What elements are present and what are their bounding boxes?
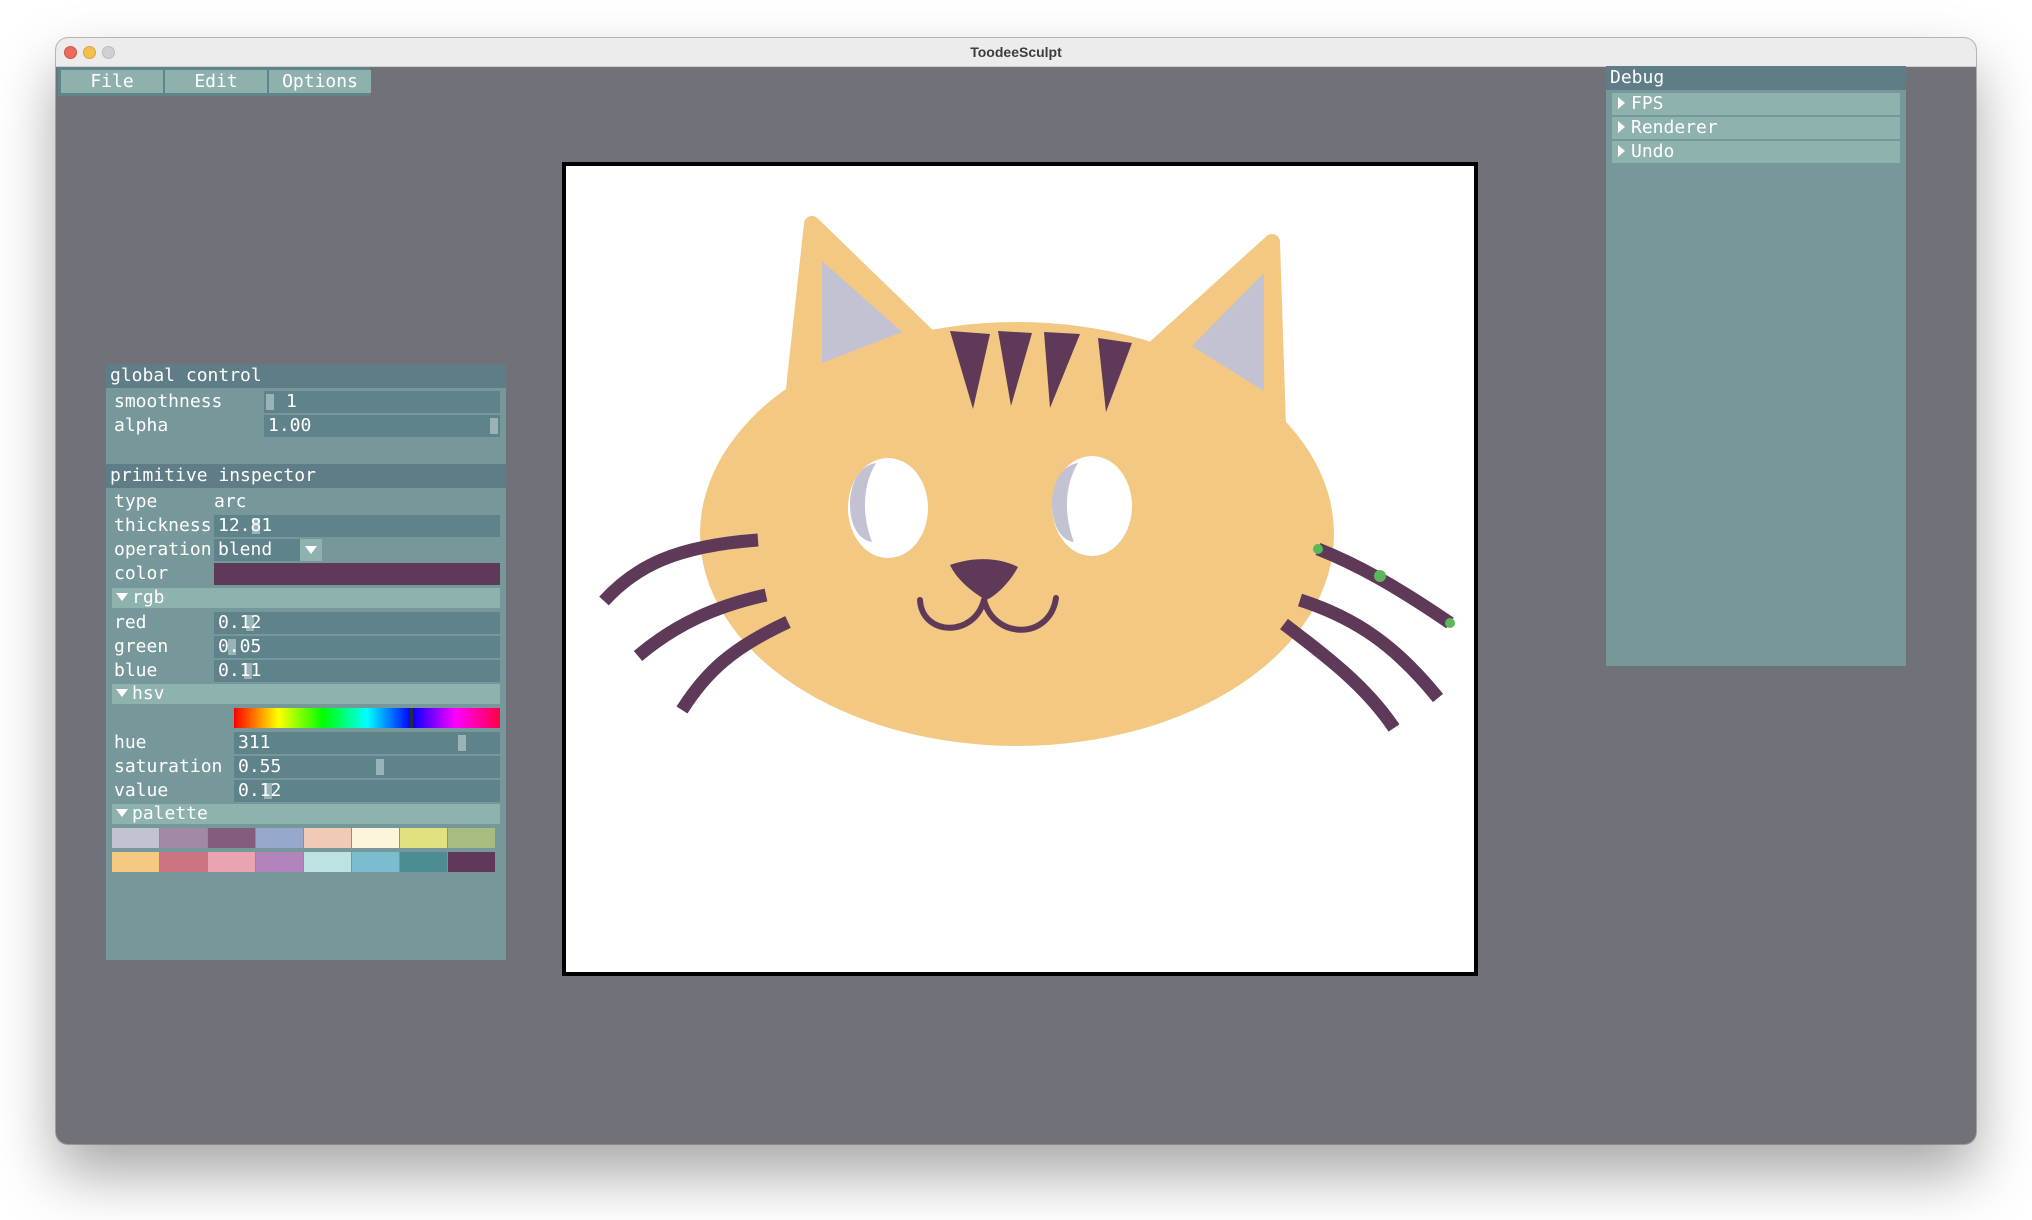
alpha-value: 1.00 — [268, 415, 312, 436]
rgb-header-label: rgb — [132, 587, 165, 608]
green-slider[interactable]: 0.05 — [214, 636, 500, 658]
debug-header[interactable]: Debug — [1606, 66, 1906, 90]
cat-head[interactable] — [700, 322, 1334, 746]
alpha-slider[interactable]: 1.00 — [264, 415, 500, 437]
type-label: type — [114, 491, 158, 512]
value-slider[interactable]: 0.12 — [234, 780, 500, 802]
palette-swatch[interactable] — [256, 828, 303, 848]
app-window: ToodeeSculpt File Edit Options global co… — [56, 38, 1976, 1144]
palette-section-header[interactable]: palette — [112, 804, 500, 824]
operation-value: blend — [218, 539, 273, 560]
drawing-canvas[interactable] — [562, 162, 1478, 976]
chevron-down-icon — [305, 546, 317, 554]
red-value: 0.12 — [218, 612, 262, 633]
debug-item-undo[interactable]: Undo — [1612, 141, 1900, 163]
palette-swatch[interactable] — [352, 828, 399, 848]
window-title: ToodeeSculpt — [970, 44, 1062, 60]
hue-spectrum[interactable] — [234, 708, 500, 728]
palette-swatch[interactable] — [112, 852, 159, 872]
debug-item-fps-label: FPS — [1631, 93, 1664, 114]
global-control-header[interactable]: global control — [106, 364, 506, 388]
primitive-inspector-header[interactable]: primitive inspector — [106, 464, 506, 488]
rgb-section-header[interactable]: rgb — [112, 588, 500, 608]
thickness-value: 12.81 — [218, 515, 273, 536]
palette-swatch[interactable] — [112, 828, 159, 848]
thickness-slider[interactable]: 12.81 — [214, 515, 500, 537]
alpha-grab[interactable] — [490, 418, 498, 434]
debug-item-undo-label: Undo — [1631, 141, 1675, 162]
debug-item-fps[interactable]: FPS — [1612, 93, 1900, 115]
saturation-label: saturation — [114, 756, 223, 777]
hue-slider[interactable]: 311 — [234, 732, 500, 754]
hue-label: hue — [114, 732, 147, 753]
arc-mid-handle[interactable] — [1374, 570, 1386, 582]
green-value: 0.05 — [218, 636, 262, 657]
red-label: red — [114, 612, 147, 633]
palette-swatch[interactable] — [304, 852, 351, 872]
hue-marker — [410, 708, 413, 728]
hue-value: 311 — [238, 732, 271, 753]
color-label: color — [114, 563, 169, 584]
palette-swatch[interactable] — [208, 828, 255, 848]
triangle-down-icon — [116, 689, 128, 697]
arc-end-handle[interactable] — [1445, 618, 1455, 628]
blue-slider[interactable]: 0.11 — [214, 660, 500, 682]
debug-item-renderer-label: Renderer — [1631, 117, 1718, 138]
saturation-value: 0.55 — [238, 756, 282, 777]
hsv-section-header[interactable]: hsv — [112, 684, 500, 704]
palette-swatch[interactable] — [160, 828, 207, 848]
debug-item-renderer[interactable]: Renderer — [1612, 117, 1900, 139]
operation-select[interactable]: blend — [214, 539, 322, 561]
menu-edit[interactable]: Edit — [165, 70, 267, 93]
cat-drawing — [599, 216, 1455, 746]
triangle-right-icon — [1618, 97, 1625, 109]
smoothness-grab[interactable] — [266, 394, 274, 410]
blue-value: 0.11 — [218, 660, 262, 681]
operation-label: operation — [114, 539, 212, 560]
palette-swatch[interactable] — [160, 852, 207, 872]
palette-swatch[interactable] — [448, 852, 495, 872]
color-swatch[interactable] — [214, 563, 500, 585]
red-slider[interactable]: 0.12 — [214, 612, 500, 634]
palette-swatch[interactable] — [448, 828, 495, 848]
triangle-right-icon — [1618, 121, 1625, 133]
menu-bar: File Edit Options — [58, 67, 371, 96]
inspector-panel: global control smoothness 1 alpha 1.00 p… — [106, 364, 506, 960]
saturation-grab[interactable] — [376, 759, 384, 775]
blue-label: blue — [114, 660, 158, 681]
title-bar: ToodeeSculpt — [56, 38, 1976, 67]
value-value: 0.12 — [238, 780, 282, 801]
palette-swatch[interactable] — [304, 828, 351, 848]
hue-grab[interactable] — [458, 735, 466, 751]
palette-swatch[interactable] — [352, 852, 399, 872]
triangle-down-icon — [116, 593, 128, 601]
menu-file[interactable]: File — [61, 70, 163, 93]
smoothness-value: 1 — [286, 391, 297, 412]
type-value: arc — [214, 491, 247, 512]
alpha-label: alpha — [114, 415, 169, 436]
palette-header-label: palette — [132, 803, 208, 824]
palette-swatch[interactable] — [256, 852, 303, 872]
green-label: green — [114, 636, 169, 657]
triangle-right-icon — [1618, 145, 1625, 157]
debug-panel: Debug FPS Renderer Undo — [1606, 66, 1906, 666]
palette-swatch[interactable] — [400, 852, 447, 872]
saturation-slider[interactable]: 0.55 — [234, 756, 500, 778]
palette-swatch[interactable] — [208, 852, 255, 872]
operation-dropdown-button[interactable] — [300, 539, 322, 561]
triangle-down-icon — [116, 809, 128, 817]
thickness-label: thickness — [114, 515, 212, 536]
arc-start-handle[interactable] — [1313, 544, 1323, 554]
menu-options[interactable]: Options — [269, 70, 371, 93]
palette-swatch[interactable] — [400, 828, 447, 848]
smoothness-label: smoothness — [114, 391, 223, 412]
smoothness-slider[interactable]: 1 — [264, 391, 500, 413]
hsv-header-label: hsv — [132, 683, 165, 704]
value-label: value — [114, 780, 169, 801]
